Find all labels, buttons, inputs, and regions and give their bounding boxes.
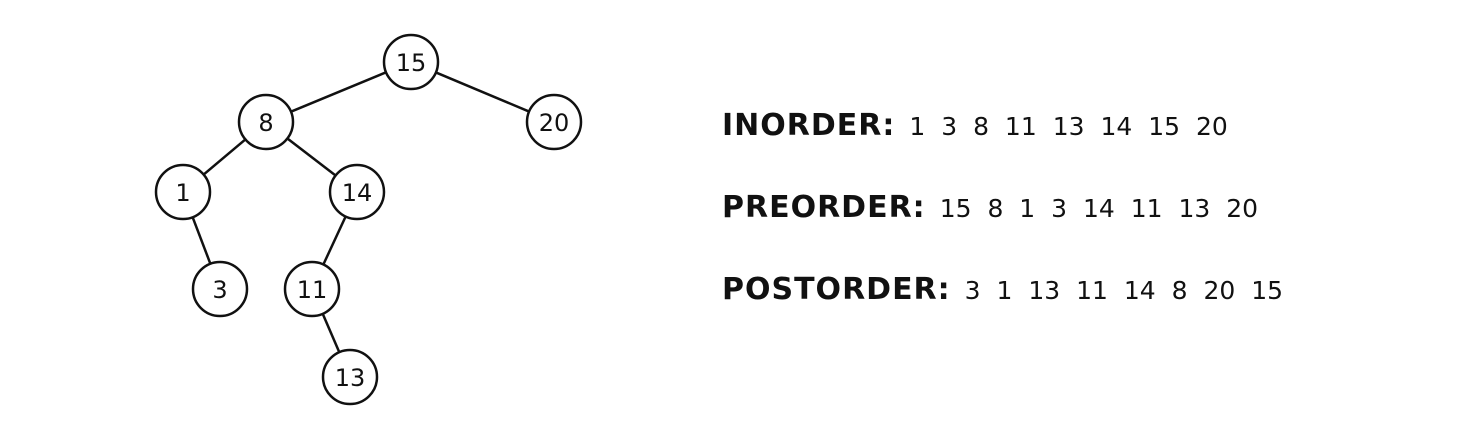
node-label: 20 [539,109,570,137]
inorder-values: 1 3 8 11 13 14 15 20 [909,112,1228,141]
edge-14-11 [322,215,347,266]
preorder-label: PREORDER: [722,190,926,225]
node-label: 3 [212,276,227,304]
node-label: 11 [297,276,328,304]
node-13: 13 [321,348,379,406]
postorder-row: POSTORDER: 3 1 13 11 14 8 20 15 [722,272,1283,307]
node-15: 15 [382,33,440,91]
preorder-values: 15 8 1 3 14 11 13 20 [939,194,1259,223]
node-1: 1 [154,163,212,221]
edge-8-14 [286,137,337,177]
postorder-values: 3 1 13 11 14 8 20 15 [964,276,1284,305]
postorder-label: POSTORDER: [722,272,951,307]
edge-1-3 [191,216,212,265]
inorder-row: INORDER: 1 3 8 11 13 14 15 20 [722,108,1228,143]
edge-15-8 [290,71,387,113]
node-label: 8 [258,109,273,137]
node-label: 14 [342,179,373,207]
node-label: 13 [335,364,366,392]
node-label: 1 [175,179,190,207]
node-14: 14 [328,163,386,221]
preorder-row: PREORDER: 15 8 1 3 14 11 13 20 [722,190,1258,225]
node-label: 15 [396,49,427,77]
node-3: 3 [191,260,249,318]
node-20: 20 [525,93,583,151]
node-8: 8 [237,93,295,151]
edge-8-1 [202,138,247,176]
binary-search-tree: 15 8 20 1 14 3 11 13 [154,33,583,406]
edge-15-20 [435,71,530,113]
node-11: 11 [283,260,341,318]
edge-11-13 [321,313,341,353]
inorder-label: INORDER: [722,108,896,143]
